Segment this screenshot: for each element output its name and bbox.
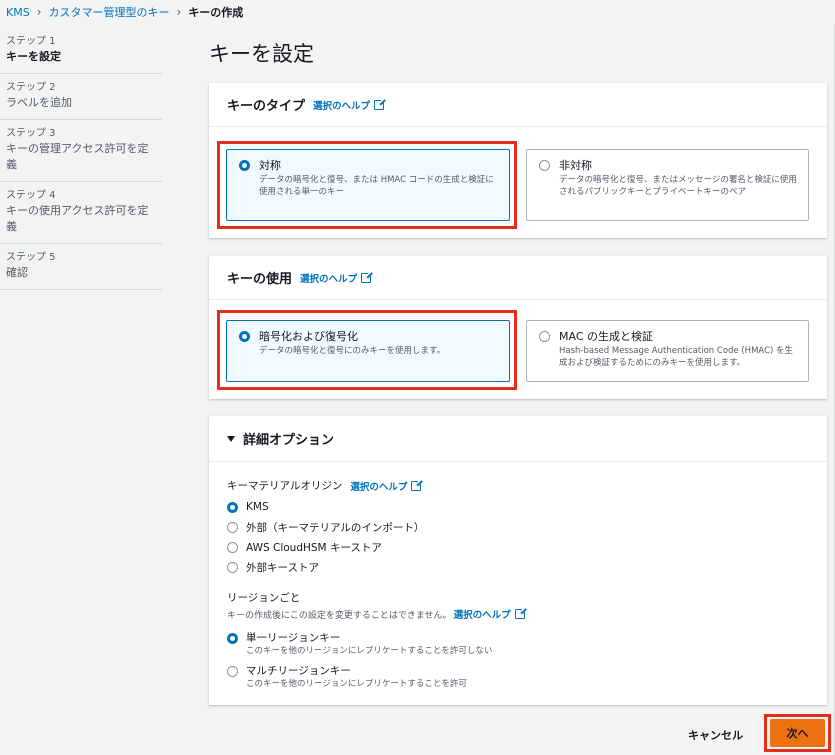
option-desc: このキーを他のリージョンにレプリケートすることを許可 <box>246 679 467 689</box>
step-number: ステップ 3 <box>6 128 56 139</box>
radio-encrypt-decrypt[interactable] <box>239 331 250 342</box>
radio-kms[interactable] <box>227 501 238 513</box>
external-link-icon <box>514 607 527 619</box>
chevron-right-icon: › <box>176 5 182 19</box>
key-usage-heading: キーの使用 <box>227 272 293 287</box>
breadcrumb-customer-keys[interactable]: カスタマー管理型のキー <box>49 4 170 20</box>
next-button[interactable]: 次へ <box>770 719 825 747</box>
radio-cloudhsm[interactable] <box>227 541 238 553</box>
symmetric-option[interactable]: 対称 データの暗号化と復号、または HMAC コードの生成と検証に使用される単一… <box>226 149 510 221</box>
key-material-origin: キーマテリアルオリジン 選択のヘルプ KMS 外部（キーマテリアルのインポート）… <box>227 478 424 577</box>
step-number: ステップ 5 <box>6 252 56 263</box>
info-link-label: 選択のヘルプ <box>453 610 511 621</box>
card-header: キーのタイプ 選択のヘルプ <box>209 83 827 127</box>
key-type-card: キーのタイプ 選択のヘルプ 対称 データの暗号化と復号、または HMAC コード… <box>209 83 827 238</box>
breadcrumb-current: キーの作成 <box>188 6 244 19</box>
option-desc: データの暗号化と復号、またはメッセージの署名と検証に使用されるパブリックキーとプ… <box>559 175 797 197</box>
info-link-label: 選択のヘルプ <box>300 273 358 285</box>
origin-label: キーマテリアルオリジン 選択のヘルプ <box>227 478 424 493</box>
encrypt-decrypt-option[interactable]: 暗号化および復号化 データの暗号化と復号にのみキーを使用します。 <box>226 320 510 382</box>
breadcrumb: KMS › カスタマー管理型のキー › キーの作成 <box>0 0 835 24</box>
external-link-icon <box>361 270 374 283</box>
radio-external[interactable] <box>227 521 238 533</box>
wizard-steps: ステップ 1 キーを設定 ステップ 2 ラベルを追加 ステップ 3 キーの管理ア… <box>0 28 162 290</box>
origin-option-external-keystore[interactable]: 外部キーストア <box>227 557 424 577</box>
option-title: 対称 <box>259 159 281 172</box>
chevron-right-icon: › <box>36 5 42 19</box>
option-desc: このキーを他のリージョンにレプリケートすることを許可しない <box>246 646 493 656</box>
option-label: AWS CloudHSM キーストア <box>246 541 382 554</box>
step-4[interactable]: ステップ 4 キーの使用アクセス許可を定義 <box>0 182 162 244</box>
option-label: 外部（キーマテリアルのインポート） <box>246 521 425 534</box>
option-desc: データの暗号化と復号、または HMAC コードの生成と検証に使用される単一のキー <box>259 175 494 197</box>
step-title: キーの管理アクセス許可を定義 <box>6 142 149 171</box>
caret-down-icon <box>227 435 235 442</box>
step-title: キーの使用アクセス許可を定義 <box>6 204 149 233</box>
option-title: 非対称 <box>559 159 592 172</box>
external-link-icon <box>411 478 424 491</box>
cancel-button[interactable]: キャンセル <box>688 727 743 743</box>
option-desc: データの暗号化と復号にのみキーを使用します。 <box>259 346 446 356</box>
radio-multi-region[interactable] <box>227 666 238 677</box>
regionality: リージョンごと キーの作成後にこの設定を変更することはできません。 選択のヘルプ… <box>227 590 817 690</box>
radio-asymmetric[interactable] <box>539 160 550 171</box>
single-region-option[interactable]: 単一リージョンキー このキーを他のリージョンにレプリケートすることを許可しない <box>227 631 817 657</box>
option-title: MAC の生成と検証 <box>559 330 653 343</box>
option-label: KMS <box>246 501 269 513</box>
key-usage-info-link[interactable]: 選択のヘルプ <box>300 270 374 285</box>
radio-single-region[interactable] <box>227 633 238 644</box>
origin-option-cloudhsm[interactable]: AWS CloudHSM キーストア <box>227 537 424 557</box>
step-title: 確認 <box>6 266 28 279</box>
advanced-options-toggle[interactable]: 詳細オプション <box>209 416 827 462</box>
step-3[interactable]: ステップ 3 キーの管理アクセス許可を定義 <box>0 120 162 182</box>
step-number: ステップ 2 <box>6 82 56 93</box>
key-usage-card: キーの使用 選択のヘルプ 暗号化および復号化 データの暗号化と復号にのみキーを使… <box>209 256 827 399</box>
step-title: キーを設定 <box>6 50 61 63</box>
radio-external-keystore[interactable] <box>227 561 238 573</box>
info-link-label: 選択のヘルプ <box>313 100 371 112</box>
breadcrumb-kms[interactable]: KMS <box>6 6 30 19</box>
mac-option[interactable]: MAC の生成と検証 Hash-based Message Authentica… <box>526 320 809 382</box>
step-2[interactable]: ステップ 2 ラベルを追加 <box>0 74 162 120</box>
option-title: 暗号化および復号化 <box>259 330 358 343</box>
step-number: ステップ 4 <box>6 190 56 201</box>
advanced-options-heading: 詳細オプション <box>243 433 335 448</box>
page-title: キーを設定 <box>209 42 314 66</box>
option-desc: Hash-based Message Authentication Code (… <box>559 346 794 368</box>
option-title: マルチリージョンキー <box>246 665 351 677</box>
step-1: ステップ 1 キーを設定 <box>0 28 162 74</box>
step-number: ステップ 1 <box>6 36 56 47</box>
radio-symmetric[interactable] <box>239 160 250 171</box>
card-header: キーの使用 選択のヘルプ <box>209 256 827 300</box>
key-type-info-link[interactable]: 選択のヘルプ <box>313 97 387 112</box>
origin-label-text: キーマテリアルオリジン <box>227 480 343 492</box>
step-5[interactable]: ステップ 5 確認 <box>0 244 162 290</box>
advanced-options-card: 詳細オプション キーマテリアルオリジン 選択のヘルプ KMS 外部（キーマテリア… <box>209 416 827 705</box>
option-title: 単一リージョンキー <box>246 632 341 644</box>
option-label: 外部キーストア <box>246 561 319 574</box>
asymmetric-option[interactable]: 非対称 データの暗号化と復号、またはメッセージの署名と検証に使用されるパブリック… <box>526 149 809 221</box>
info-link-label: 選択のヘルプ <box>350 481 408 493</box>
key-type-heading: キーのタイプ <box>227 99 306 114</box>
origin-option-kms[interactable]: KMS <box>227 497 424 517</box>
step-title: ラベルを追加 <box>6 96 72 109</box>
region-desc: キーの作成後にこの設定を変更することはできません。 <box>227 610 452 621</box>
external-link-icon <box>374 97 387 110</box>
radio-mac[interactable] <box>539 331 550 342</box>
origin-option-external[interactable]: 外部（キーマテリアルのインポート） <box>227 517 424 537</box>
region-label: リージョンごと <box>227 592 301 604</box>
origin-info-link[interactable]: 選択のヘルプ <box>350 478 424 493</box>
region-desc-row: キーの作成後にこの設定を変更することはできません。 選択のヘルプ <box>227 607 817 621</box>
region-info-link[interactable]: 選択のヘルプ <box>453 607 527 621</box>
multi-region-option[interactable]: マルチリージョンキー このキーを他のリージョンにレプリケートすることを許可 <box>227 664 817 690</box>
